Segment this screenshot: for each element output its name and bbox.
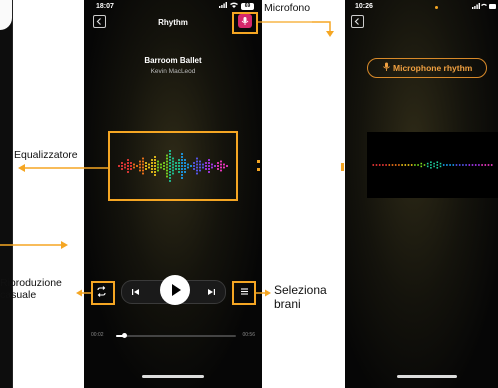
- home-indicator: [142, 375, 204, 378]
- equalizer-bar-segment: [417, 164, 419, 166]
- equalizer-bar-segment: [462, 164, 464, 166]
- equalizer-bar-segment: [391, 164, 394, 166]
- wifi-icon: [230, 2, 238, 10]
- equalizer-bar-segment: [449, 164, 451, 166]
- annotation-box-shuffle: [91, 281, 115, 305]
- equalizer-bar-segment: [410, 164, 413, 166]
- equalizer-bar-segment: [382, 164, 384, 166]
- equalizer-bar-segment: [394, 164, 397, 166]
- home-indicator-2: [397, 375, 457, 378]
- left-phone-corner: [0, 0, 12, 30]
- play-button[interactable]: [160, 275, 190, 305]
- song-title: Barroom Ballet: [144, 56, 202, 65]
- battery-icon: 69: [241, 2, 254, 10]
- microphone-rhythm-label: Microphone rhythm: [393, 63, 473, 73]
- label-select-line2: brani: [274, 297, 301, 311]
- status-icons-2: [472, 2, 496, 12]
- equalizer-bar-segment: [436, 167, 439, 169]
- skip-next-icon: [208, 289, 215, 295]
- label-shuffle-line2: casuale: [0, 289, 37, 301]
- signal-icon: [219, 2, 227, 10]
- total-time: 00:56: [242, 332, 255, 338]
- equalizer-bar-segment: [430, 164, 432, 166]
- equalizer-bar-segment: [490, 164, 493, 166]
- status-time-2: 10:26: [355, 3, 373, 10]
- equalizer-bar-segment: [481, 164, 483, 166]
- equalizer-bar-segment: [474, 164, 477, 166]
- equalizer-visualizer-2: [372, 161, 493, 169]
- chevron-left-icon: [354, 18, 359, 25]
- equalizer-bar-segment: [385, 164, 387, 166]
- equalizer-bar-segment: [439, 162, 442, 165]
- equalizer-bar-segment: [414, 164, 416, 166]
- left-phone-edge: [0, 0, 13, 388]
- equalizer-bar-segment: [433, 162, 435, 165]
- equalizer-bar-segment: [433, 165, 435, 168]
- progress-knob[interactable]: [122, 333, 128, 338]
- equalizer-bar-segment: [487, 164, 490, 166]
- player-pill: [121, 275, 226, 305]
- annotation-box-playlist: [232, 281, 256, 305]
- progress-bar[interactable]: [116, 333, 236, 338]
- equalizer-bar-segment: [420, 165, 423, 168]
- equalizer-bar-segment: [471, 164, 474, 166]
- annotation-box-equalizer: [108, 131, 238, 201]
- equalizer-bar-segment: [446, 164, 448, 166]
- equalizer-bar-segment: [423, 164, 426, 166]
- equalizer-bar-segment: [436, 161, 439, 163]
- equalizer-bar-segment: [375, 164, 378, 166]
- elapsed-time: 00:02: [91, 332, 104, 338]
- microphone-rhythm-button[interactable]: Microphone rhythm: [367, 58, 487, 78]
- equalizer-bar-segment: [436, 164, 439, 166]
- equalizer-bar-segment: [484, 164, 487, 166]
- equalizer-bar-segment: [407, 164, 410, 166]
- microphone-icon: [382, 62, 390, 71]
- equalizer-bar-segment: [378, 164, 381, 166]
- equalizer-bar-segment: [404, 164, 407, 166]
- label-equalizer: Equalizzatore: [14, 149, 78, 161]
- status-time: 18:07: [96, 3, 114, 10]
- equalizer-bar-segment: [420, 162, 423, 165]
- previous-button[interactable]: [129, 286, 143, 298]
- second-phone-screen: 10:26 Microphone rhythm: [345, 0, 498, 388]
- equalizer-bar-segment: [439, 165, 442, 168]
- status-icons: 69: [219, 2, 254, 10]
- play-icon: [172, 284, 181, 296]
- equalizer-bar-segment: [478, 164, 480, 166]
- equalizer-bar-segment: [452, 164, 455, 166]
- equalizer-bar-segment: [401, 164, 403, 166]
- equalizer-bar-segment: [465, 164, 467, 166]
- label-microphone: Microfono: [264, 2, 311, 14]
- equalizer-bar-segment: [426, 162, 429, 165]
- equalizer-bar-segment: [442, 164, 445, 166]
- equalizer-bar-segment: [430, 161, 432, 163]
- label-shuffle-line1: Riproduzione: [0, 277, 62, 289]
- equalizer-bar-segment: [430, 167, 432, 169]
- skip-previous-icon: [132, 289, 139, 295]
- annotation-box-microphone: [232, 12, 258, 34]
- song-artist: Kevin MacLeod: [150, 68, 196, 75]
- equalizer-bar-segment: [426, 165, 429, 168]
- back-button-2[interactable]: [351, 15, 364, 28]
- equalizer-bar-segment: [468, 164, 471, 166]
- equalizer-bar-segment: [388, 164, 391, 166]
- label-select-line1: Seleziona: [274, 283, 327, 297]
- recording-dot-icon: [435, 6, 438, 9]
- equalizer-bar-segment: [455, 164, 458, 166]
- next-button[interactable]: [204, 286, 218, 298]
- equalizer-bar-segment: [398, 164, 400, 166]
- equalizer-bar-segment: [458, 164, 461, 166]
- equalizer-bar-segment: [372, 164, 375, 166]
